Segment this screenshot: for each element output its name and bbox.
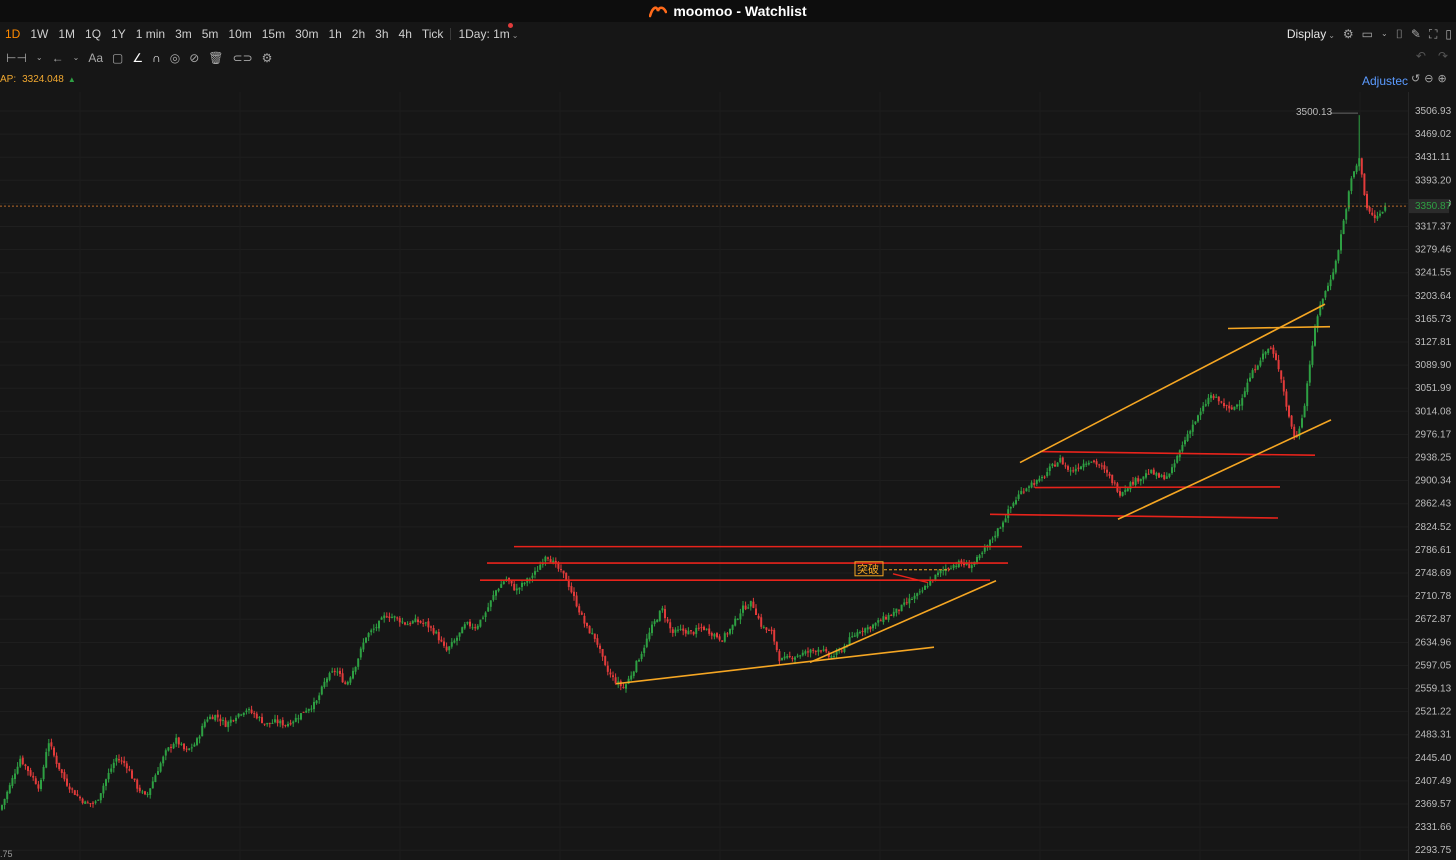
- zoom-in-icon[interactable]: ⊕: [1437, 74, 1446, 85]
- zoom-out-icon[interactable]: ⊖: [1424, 74, 1433, 85]
- price-tick-label: 2369.57: [1415, 799, 1452, 810]
- price-tick-label: 2976.17: [1415, 429, 1452, 440]
- price-tick-label: 3089.90: [1415, 360, 1452, 371]
- chevron-down-icon: ⌄: [511, 31, 519, 40]
- timeframe-1m[interactable]: 1M: [53, 27, 80, 41]
- current-price-label: 3350.87: [1415, 201, 1452, 212]
- timeframe-3m[interactable]: 3m: [170, 27, 197, 41]
- trash-icon[interactable]: 🗑: [208, 52, 223, 64]
- price-tick-label: 3051.99: [1415, 383, 1452, 394]
- triangle-up-icon: ▲: [67, 75, 76, 84]
- timeframe-tick[interactable]: Tick: [417, 27, 449, 41]
- timeframe-1y[interactable]: 1Y: [106, 27, 131, 41]
- arrow-back-icon[interactable]: ←: [52, 52, 64, 64]
- price-tick-label: 2634.96: [1415, 637, 1452, 648]
- text-icon[interactable]: Aa: [88, 52, 103, 64]
- chevron-down-icon: ⌄: [1328, 31, 1335, 40]
- hide-icon[interactable]: ⊘: [189, 52, 199, 64]
- price-tick-label: 2559.13: [1415, 684, 1452, 695]
- camera-icon[interactable]: ⌷: [1396, 28, 1403, 40]
- price-axis-labels: 3506.933469.023431.113393.203355.293317.…: [0, 106, 1452, 859]
- price-tick-label: 2672.87: [1415, 614, 1452, 625]
- price-tick-label: 2862.43: [1415, 499, 1452, 510]
- price-tick-label: 2900.34: [1415, 476, 1452, 487]
- price-tick-label: 2483.31: [1415, 730, 1452, 741]
- reset-icon[interactable]: ↺: [1411, 74, 1420, 85]
- indicator-value: 3324.048: [22, 74, 64, 85]
- adjusted-toggle[interactable]: Adjustec: [1362, 74, 1408, 88]
- chart-right-toolbar: Display ⌄ ⚙ ▭ ⌄ ⌷ ✎ ⛶ ▯: [1287, 22, 1456, 46]
- notification-dot: [508, 23, 513, 28]
- ruler-icon[interactable]: ⊢⊣: [6, 52, 27, 64]
- interval-select[interactable]: 1Day: 1m ⌄: [453, 27, 523, 41]
- link-icon[interactable]: ⊂⊃: [233, 52, 253, 64]
- layout-icon[interactable]: ▭: [1362, 28, 1373, 40]
- eye-icon[interactable]: ◎: [170, 52, 180, 64]
- timeframe-4h[interactable]: 4h: [394, 27, 417, 41]
- price-tick-label: 2293.75: [1415, 845, 1452, 856]
- price-tick-label: 2824.52: [1415, 522, 1452, 533]
- comment-icon[interactable]: ▢: [112, 52, 123, 64]
- price-tick-label: 3506.93: [1415, 106, 1452, 117]
- timeframe-30m[interactable]: 30m: [290, 27, 323, 41]
- adjusted-label: Adjustec: [1362, 74, 1408, 88]
- timeframe-1d[interactable]: 1D: [0, 27, 25, 41]
- drawing-toolbar: ⊢⊣ ⌄ ← ⌄ Aa ▢ ∠ ∩ ◎ ⊘ 🗑 ⊂⊃ ⚙: [0, 46, 1456, 70]
- price-tick-label: 2748.69: [1415, 568, 1452, 579]
- timeframe-3h[interactable]: 3h: [370, 27, 393, 41]
- price-tick-label: 3431.11: [1415, 152, 1451, 163]
- sidebar-toggle-icon[interactable]: ▯: [1445, 28, 1452, 40]
- window-titlebar: moomoo - Watchlist: [0, 0, 1456, 22]
- price-tick-label: 3165.73: [1415, 314, 1452, 325]
- timeframe-10m[interactable]: 10m: [223, 27, 256, 41]
- moomoo-logo-icon: [649, 6, 668, 18]
- timeframe-1h[interactable]: 1h: [323, 27, 346, 41]
- pencil-icon[interactable]: ✎: [1411, 28, 1421, 40]
- timeframe-toolbar: 1D 1W 1M 1Q 1Y 1 min 3m 5m 10m 15m 30m 1h 2h 3h 4h Tick…: [0, 22, 1456, 46]
- chevron-down-icon[interactable]: ⌄: [73, 54, 80, 62]
- magnet-icon[interactable]: ∩: [152, 52, 161, 64]
- redo-icon[interactable]: ↷: [1438, 50, 1448, 62]
- display-dropdown[interactable]: Display ⌄: [1287, 27, 1335, 41]
- price-tick-label: 2445.40: [1415, 753, 1452, 764]
- price-tick-label: 2597.05: [1415, 660, 1452, 671]
- indicator-readout: AP: 3324.048 ▲: [0, 74, 76, 85]
- settings-icon[interactable]: ⚙: [1343, 28, 1354, 40]
- display-label: Display: [1286, 27, 1327, 41]
- toolbar-divider: [450, 28, 452, 40]
- price-tick-label: 2407.49: [1415, 776, 1452, 787]
- timeframe-2h[interactable]: 2h: [347, 27, 370, 41]
- timeframe-15m[interactable]: 15m: [257, 27, 290, 41]
- price-tick-label: 3203.64: [1415, 291, 1452, 302]
- chevron-down-icon[interactable]: ⌄: [1381, 30, 1388, 38]
- price-tick-label: 2710.78: [1415, 591, 1452, 602]
- price-tick-label: 3317.37: [1415, 222, 1452, 233]
- indicator-label: AP:: [0, 74, 17, 85]
- price-tick-label: 3014.08: [1415, 406, 1452, 417]
- line-tool-icon[interactable]: ∠: [132, 52, 143, 64]
- price-tick-label: 2331.66: [1415, 822, 1452, 833]
- undo-redo: ↶ ↷: [1416, 50, 1448, 62]
- gear-icon[interactable]: ⚙: [262, 52, 273, 64]
- price-tick-label: 3393.20: [1415, 175, 1452, 186]
- price-tick-label: 2938.25: [1415, 453, 1452, 464]
- price-tick-label: 3279.46: [1415, 245, 1452, 256]
- undo-icon[interactable]: ↶: [1416, 50, 1426, 62]
- chart-scale-controls: ↺ ⊖ ⊕: [1411, 74, 1447, 85]
- fullscreen-icon[interactable]: ⛶: [1429, 28, 1437, 40]
- timeframe-1w[interactable]: 1W: [25, 27, 53, 41]
- price-tick-label: 2786.61: [1415, 545, 1452, 556]
- timeframe-1q[interactable]: 1Q: [80, 27, 106, 41]
- price-tick-label: 2521.22: [1415, 707, 1452, 718]
- bottom-axis-label: .75: [0, 849, 13, 859]
- timeframe-5m[interactable]: 5m: [197, 27, 224, 41]
- price-tick-label: 3127.81: [1415, 337, 1452, 348]
- timeframe-1-min[interactable]: 1 min: [131, 27, 170, 41]
- window-title: moomoo - Watchlist: [673, 3, 807, 19]
- price-tick-label: 3469.02: [1415, 129, 1452, 140]
- price-tick-label: 3241.55: [1415, 268, 1452, 279]
- chevron-down-icon[interactable]: ⌄: [36, 54, 43, 62]
